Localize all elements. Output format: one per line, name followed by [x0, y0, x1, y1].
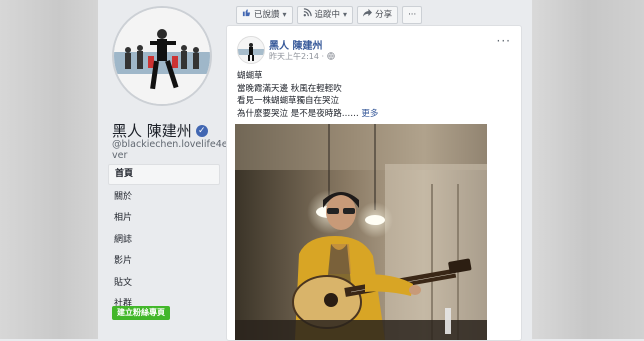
- see-more-link[interactable]: 更多: [361, 109, 378, 119]
- blurred-background-right: [532, 0, 644, 339]
- post-timestamp[interactable]: 昨天上午2:14 ·: [269, 51, 335, 62]
- liked-button[interactable]: 已說讚 ▾: [236, 6, 293, 24]
- thumbs-up-icon: [242, 7, 251, 23]
- nav-item-photos[interactable]: 相片: [108, 209, 220, 228]
- share-arrow-icon: [363, 7, 373, 23]
- post-card: 黑人 陳建州 昨天上午2:14 · ··· 蝴蝴草 當晚霞滿天邊 秋風在輕輕吹 …: [226, 25, 522, 341]
- verified-check-icon: ✓: [195, 124, 208, 137]
- page-name[interactable]: 黑人 陳建州 ✓: [112, 120, 208, 141]
- globe-icon: [326, 52, 335, 61]
- following-label: 追蹤中: [314, 10, 341, 20]
- post-line-1: 蝴蝴草: [237, 71, 263, 81]
- post-body: 蝴蝴草 當晚霞滿天邊 秋風在輕輕吹 看見一株蝴蝴草獨自在哭泣 為什麼要哭泣 是不…: [237, 70, 513, 120]
- liked-label: 已說讚: [254, 10, 280, 20]
- post-author-avatar[interactable]: [237, 36, 265, 64]
- blurred-background-left: [0, 0, 98, 339]
- nav-item-about[interactable]: 關於: [108, 188, 220, 207]
- nav-item-notes[interactable]: 網誌: [108, 231, 220, 250]
- profile-photo: [114, 8, 210, 104]
- post-line-4: 為什麼要哭泣 是不是夜時路…… 更多: [237, 108, 513, 121]
- post-line-3: 看見一株蝴蝴草獨自在哭泣: [237, 96, 340, 106]
- post-time-text: 昨天上午2:14 ·: [269, 52, 327, 61]
- share-label: 分享: [375, 10, 393, 20]
- following-button[interactable]: 追蹤中 ▾: [296, 6, 354, 24]
- create-page-button[interactable]: 建立粉絲專頁: [112, 306, 170, 320]
- video-frame: [235, 124, 487, 340]
- post-author-name[interactable]: 黑人 陳建州: [269, 37, 322, 52]
- facebook-page: 黑人 陳建州 ✓ @blackiechen.lovelife4ever 首頁 關…: [98, 0, 532, 341]
- caret-down-icon: ▾: [343, 10, 348, 19]
- share-button[interactable]: 分享: [357, 6, 399, 24]
- caret-down-icon: ▾: [282, 10, 287, 19]
- page-handle[interactable]: @blackiechen.lovelife4ever: [112, 139, 232, 161]
- profile-avatar[interactable]: [112, 6, 212, 106]
- rss-icon: [303, 7, 312, 23]
- post-line-2: 當晚霞滿天邊 秋風在輕輕吹: [237, 83, 342, 94]
- nav-item-posts[interactable]: 貼文: [108, 274, 220, 293]
- post-video[interactable]: [235, 124, 487, 340]
- page-action-bar: 已說讚 ▾ 追蹤中 ▾ 分享 ···: [236, 6, 423, 24]
- post-options-button[interactable]: ···: [497, 34, 511, 48]
- more-options-button[interactable]: ···: [402, 6, 423, 24]
- page-name-text: 黑人 陳建州: [112, 122, 192, 140]
- page-nav: 首頁 關於 相片 網誌 影片 貼文 社群: [108, 164, 220, 317]
- post-avatar-image: [238, 37, 264, 63]
- nav-item-home[interactable]: 首頁: [108, 164, 220, 185]
- post-line-4-text: 為什麼要哭泣 是不是夜時路……: [237, 108, 359, 119]
- nav-item-videos[interactable]: 影片: [108, 252, 220, 271]
